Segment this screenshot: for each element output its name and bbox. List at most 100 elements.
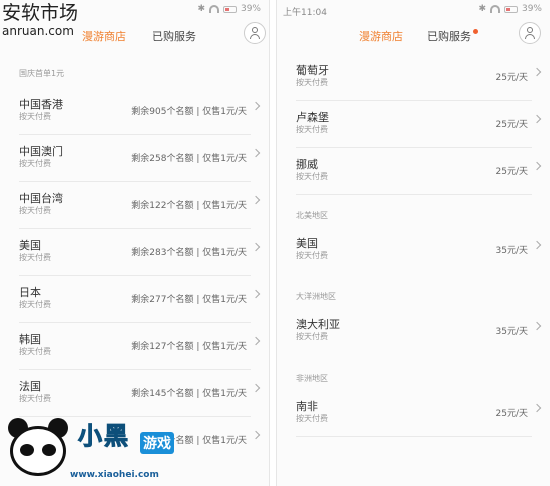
item-name: 澳大利亚: [296, 318, 340, 331]
chevron-right-icon: [251, 289, 261, 299]
item-billing: 按天付费: [19, 253, 51, 262]
watermark-brand: 小黑: [78, 422, 130, 451]
user-icon: [252, 27, 258, 33]
item-offer: 剩余905个名额 | 仅售1元/天: [131, 107, 247, 117]
item-offer: 剩余145个名额 | 仅售1元/天: [131, 389, 247, 399]
item-price: 25元/天: [495, 73, 529, 83]
status-icons: ✱ 39%: [478, 4, 542, 14]
item-name: 中国澳门: [19, 145, 63, 158]
item-billing: 按天付费: [296, 125, 328, 134]
item-price: 25元/天: [495, 120, 529, 130]
section-label: 国庆首单1元: [19, 69, 65, 78]
chevron-right-icon: [251, 101, 261, 111]
user-button[interactable]: [519, 22, 541, 44]
status-bar: 上午11:04 ✱ 39%: [277, 0, 550, 20]
item-price: 35元/天: [495, 327, 529, 337]
list-item[interactable]: 美国 按天付费 35元/天: [277, 227, 550, 274]
chevron-right-icon: [532, 321, 542, 331]
user-icon: [527, 27, 533, 33]
item-billing: 按天付费: [296, 172, 328, 181]
item-billing: 按天付费: [19, 347, 51, 356]
watermark-title: 安软市场: [2, 2, 79, 24]
item-name: 美国: [19, 239, 41, 252]
chevron-right-icon: [251, 242, 261, 252]
user-button[interactable]: [244, 22, 266, 44]
tab-bar: 漫游商店 已购服务: [277, 20, 550, 50]
chevron-right-icon: [251, 430, 261, 440]
divider: [296, 194, 532, 195]
tab-label: 已购服务: [427, 30, 471, 43]
list-item[interactable]: 卢森堡 按天付费 25元/天: [277, 101, 550, 148]
item-billing: 按天付费: [296, 78, 328, 87]
divider: [296, 436, 532, 437]
tab-roaming-shop[interactable]: 漫游商店: [82, 28, 126, 44]
item-billing: 按天付费: [19, 159, 51, 168]
item-billing: 按天付费: [296, 414, 328, 423]
status-time: 上午11:04: [283, 8, 327, 18]
chevron-right-icon: [251, 336, 261, 346]
notification-dot: [473, 29, 478, 34]
item-name: 日本: [19, 286, 41, 299]
battery-percent: 39%: [240, 4, 261, 14]
list-item[interactable]: 中国香港 按天付费 剩余905个名额 | 仅售1元/天: [0, 88, 269, 135]
item-billing: 按天付费: [19, 300, 51, 309]
chevron-right-icon: [251, 195, 261, 205]
list-item[interactable]: 南非 按天付费 25元/天: [277, 390, 550, 437]
item-billing: 按天付费: [19, 394, 51, 403]
battery-percent: 39%: [521, 4, 542, 14]
watermark-brand-suffix: 游戏: [140, 432, 174, 454]
tab-purchased-services[interactable]: 已购服务: [427, 28, 478, 44]
item-name: 葡萄牙: [296, 64, 329, 77]
item-offer: 剩余277个名额 | 仅售1元/天: [131, 295, 247, 305]
item-billing: 按天付费: [296, 332, 328, 341]
list-item[interactable]: 韩国 按天付费 剩余127个名额 | 仅售1元/天: [0, 323, 269, 370]
list-item[interactable]: 美国 按天付费 剩余283个名额 | 仅售1元/天: [0, 229, 269, 276]
tab-roaming-shop[interactable]: 漫游商店: [359, 28, 403, 44]
item-billing: 按天付费: [19, 206, 51, 215]
item-name: 美国: [296, 237, 318, 250]
watermark-xiaohei: 小黑 游戏 www.xiaohei.com: [0, 408, 200, 486]
chevron-right-icon: [532, 240, 542, 250]
chevron-right-icon: [532, 403, 542, 413]
item-name: 中国香港: [19, 98, 63, 111]
battery-icon: [222, 5, 237, 13]
tab-purchased-services[interactable]: 已购服务: [152, 28, 196, 44]
item-name: 法国: [19, 380, 41, 393]
item-price: 35元/天: [495, 246, 529, 256]
item-price: 25元/天: [495, 167, 529, 177]
bluetooth-icon: ✱: [478, 4, 486, 14]
list-item[interactable]: 日本 按天付费 剩余277个名额 | 仅售1元/天: [0, 276, 269, 323]
item-name: 南非: [296, 400, 318, 413]
wifi-icon: [208, 5, 219, 13]
chevron-right-icon: [251, 148, 261, 158]
list-item[interactable]: 中国澳门 按天付费 剩余258个名额 | 仅售1元/天: [0, 135, 269, 182]
panda-logo-icon: [4, 416, 74, 482]
section-label-oceania: 大洋洲地区: [296, 292, 336, 301]
list-item[interactable]: 挪威 按天付费 25元/天: [277, 148, 550, 195]
list-item[interactable]: 澳大利亚 按天付费 35元/天: [277, 308, 550, 355]
watermark-brand-url: www.xiaohei.com: [70, 470, 159, 480]
chevron-right-icon: [251, 383, 261, 393]
item-offer: 剩余283个名额 | 仅售1元/天: [131, 248, 247, 258]
chevron-right-icon: [532, 114, 542, 124]
item-billing: 按天付费: [296, 251, 328, 260]
watermark-url: anruan.com: [2, 24, 74, 38]
item-offer: 剩余127个名额 | 仅售1元/天: [131, 342, 247, 352]
chevron-right-icon: [532, 161, 542, 171]
item-offer: 剩余122个名额 | 仅售1元/天: [131, 201, 247, 211]
list-item[interactable]: 葡萄牙 按天付费 25元/天: [277, 54, 550, 101]
watermark-anruan: 安软市场 anruan.com: [2, 2, 78, 38]
item-name: 挪威: [296, 158, 318, 171]
item-name: 中国台湾: [19, 192, 63, 205]
right-phone-screen: 上午11:04 ✱ 39% 漫游商店 已购服务 葡萄牙 按天付费 25元/天 卢…: [276, 0, 550, 486]
item-billing: 按天付费: [19, 112, 51, 121]
item-offer: 剩余258个名额 | 仅售1元/天: [131, 154, 247, 164]
wifi-icon: [489, 5, 500, 13]
status-icons: ✱ 39%: [197, 4, 261, 14]
item-name: 卢森堡: [296, 111, 329, 124]
section-label-north-america: 北美地区: [296, 211, 328, 220]
bluetooth-icon: ✱: [197, 4, 205, 14]
item-name: 韩国: [19, 333, 41, 346]
list-item[interactable]: 中国台湾 按天付费 剩余122个名额 | 仅售1元/天: [0, 182, 269, 229]
battery-icon: [503, 5, 518, 13]
